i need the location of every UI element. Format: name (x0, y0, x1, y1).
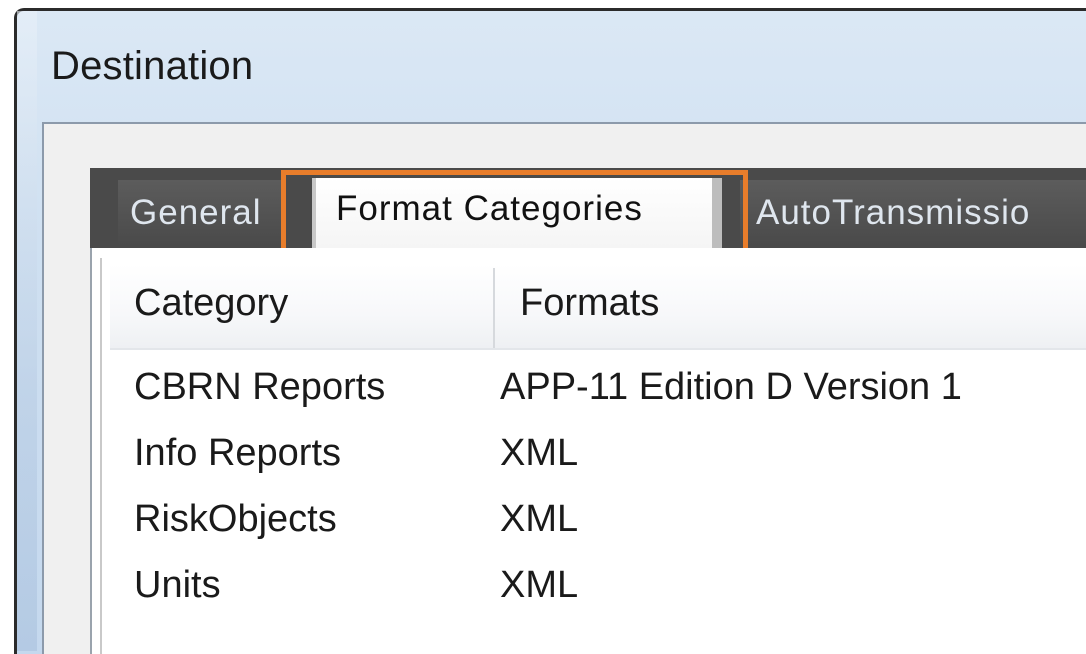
tab-highlight-box (281, 170, 748, 254)
table-row[interactable]: Units XML (110, 558, 1086, 624)
category-cell: CBRN Reports (134, 366, 386, 408)
window-title: Destination (51, 44, 254, 88)
page-border (100, 258, 102, 654)
column-header-formats[interactable]: Formats (520, 282, 659, 325)
window-frame-shine (17, 11, 37, 651)
destination-dialog: Destination General AutoTransmissio Form… (0, 0, 1086, 654)
column-header-category[interactable]: Category (134, 282, 288, 325)
table-row[interactable]: CBRN Reports APP-11 Edition D Version 1 (110, 360, 1086, 426)
tab-general[interactable]: General (118, 180, 282, 246)
column-divider[interactable] (493, 268, 495, 348)
table-row[interactable]: RiskObjects XML (110, 492, 1086, 558)
category-cell: Info Reports (134, 432, 341, 474)
format-cell: XML (500, 432, 579, 474)
format-cell: APP-11 Edition D Version 1 (500, 366, 962, 408)
table-row[interactable]: Info Reports XML (110, 426, 1086, 492)
format-cell: XML (500, 498, 579, 540)
format-cell: XML (500, 564, 579, 606)
tab-autotransmission[interactable]: AutoTransmissio (740, 180, 1086, 246)
category-cell: RiskObjects (134, 498, 337, 540)
category-cell: Units (134, 564, 221, 606)
